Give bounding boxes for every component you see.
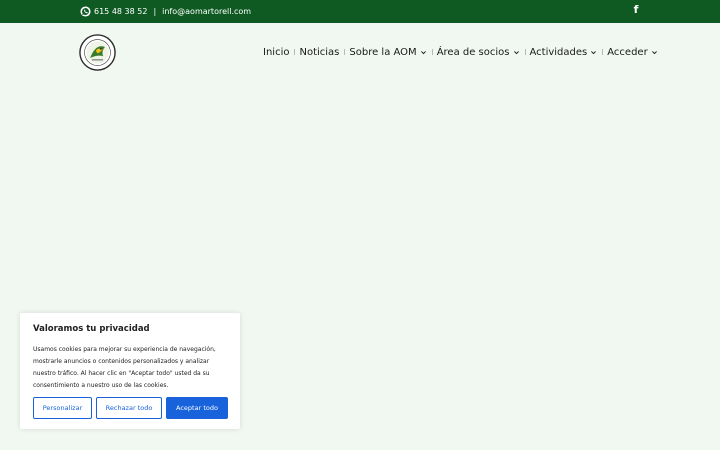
- nav-noticias[interactable]: Noticias: [299, 47, 339, 58]
- cookie-consent-banner: Valoramos tu privacidad Usamos cookies p…: [20, 313, 240, 429]
- nav-divider: [431, 49, 433, 55]
- chevron-down-icon: [651, 50, 657, 54]
- email-link[interactable]: info@aomartorell.com: [162, 7, 251, 16]
- contact-separator: |: [153, 7, 157, 16]
- nav-divider: [344, 49, 346, 55]
- chevron-down-icon: [591, 50, 597, 54]
- whatsapp-icon[interactable]: [80, 6, 91, 17]
- nav-actividades-label: Actividades: [529, 46, 588, 58]
- nav-divider: [602, 49, 604, 55]
- nav-area-de-socios[interactable]: Área de socios: [437, 47, 520, 58]
- contact-info: 615 48 38 52 | info@aomartorell.com: [80, 0, 251, 23]
- nav-acceder[interactable]: Acceder: [607, 47, 657, 58]
- nav-inicio[interactable]: Inicio: [263, 47, 289, 58]
- phone-number[interactable]: 615 48 38 52: [94, 7, 147, 16]
- cookie-button-group: Personalizar Rechazar todo Aceptar todo: [33, 397, 228, 419]
- aom-logo-icon[interactable]: [79, 34, 116, 71]
- nav-sobre-la-aom-label: Sobre la AOM: [349, 46, 417, 58]
- accept-all-button[interactable]: Aceptar todo: [166, 397, 228, 419]
- nav-divider: [524, 49, 526, 55]
- facebook-icon[interactable]: f: [631, 3, 641, 17]
- customize-button[interactable]: Personalizar: [33, 397, 92, 419]
- chevron-down-icon: [420, 50, 426, 54]
- main-navigation: Inicio Noticias Sobre la AOM Área de soc…: [263, 43, 658, 61]
- cookie-title: Valoramos tu privacidad: [33, 324, 150, 334]
- chevron-down-icon: [513, 50, 519, 54]
- nav-noticias-label: Noticias: [299, 46, 340, 58]
- nav-sobre-la-aom[interactable]: Sobre la AOM: [349, 47, 426, 58]
- nav-area-de-socios-label: Área de socios: [436, 46, 510, 58]
- site-header: Inicio Noticias Sobre la AOM Área de soc…: [0, 23, 720, 81]
- nav-divider: [294, 49, 296, 55]
- reject-all-button[interactable]: Rechazar todo: [96, 397, 162, 419]
- nav-acceder-label: Acceder: [607, 46, 648, 58]
- nav-inicio-label: Inicio: [263, 46, 290, 58]
- top-contact-bar: 615 48 38 52 | info@aomartorell.com f: [0, 0, 720, 23]
- cookie-description: Usamos cookies para mejorar su experienc…: [33, 346, 216, 389]
- nav-actividades[interactable]: Actividades: [530, 47, 598, 58]
